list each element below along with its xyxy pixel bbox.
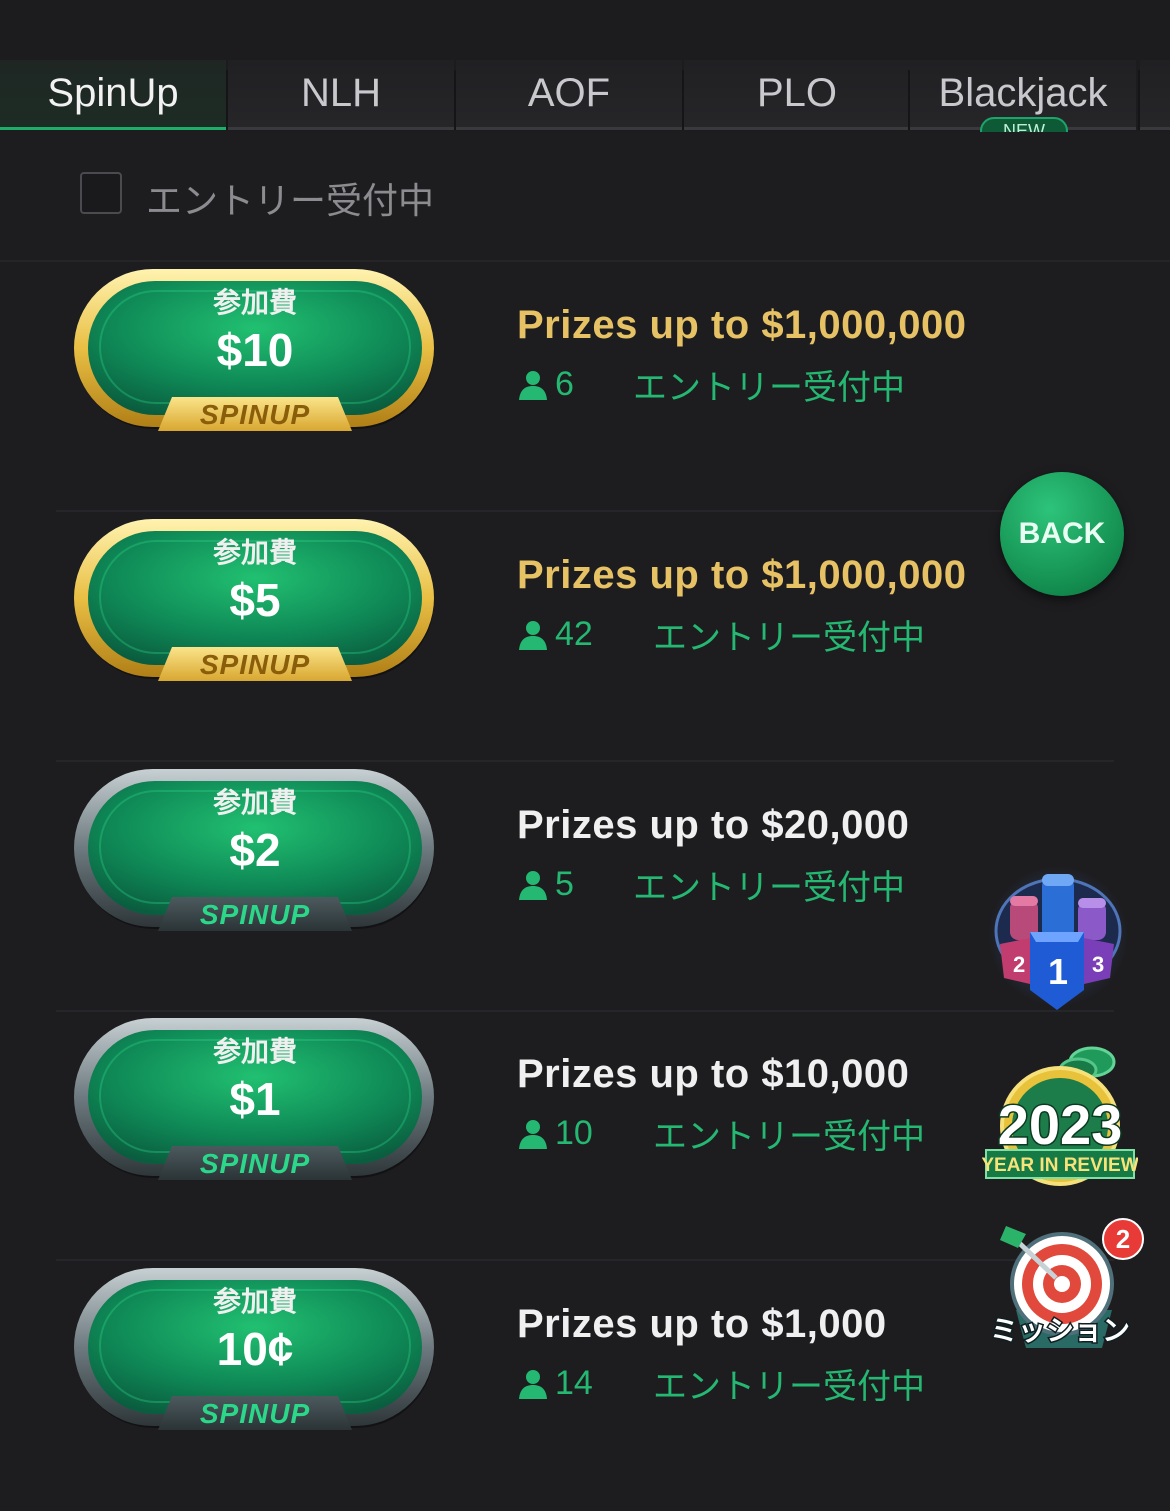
- tab-aof[interactable]: AOF: [456, 60, 682, 130]
- tab-label: Blackjack: [938, 71, 1108, 115]
- prize-text: Prizes up to $1,000: [517, 1302, 887, 1346]
- tab-plo[interactable]: PLO: [684, 60, 910, 130]
- filter-row: エントリー受付中: [0, 132, 1170, 262]
- entry-fee-table-button[interactable]: 参加費 $10 SPINUP: [72, 267, 438, 437]
- entry-fee-amount: 10¢: [216, 1323, 294, 1375]
- player-icon: [519, 620, 547, 650]
- player-icon: [519, 370, 547, 400]
- player-icon: [519, 1369, 547, 1399]
- entry-status: エントリー受付中: [633, 869, 905, 907]
- spinup-plate-label: SPINUP: [199, 899, 311, 930]
- player-count: 42: [555, 615, 593, 653]
- entry-fee-table-button[interactable]: 参加費 $1 SPINUP: [72, 1016, 438, 1186]
- entry-status: エントリー受付中: [653, 1118, 925, 1156]
- tab-label: NLH: [300, 71, 382, 115]
- spinup-plate-label: SPINUP: [199, 1148, 311, 1179]
- mission-label: ミッション: [990, 1314, 1130, 1347]
- year-in-review-icon[interactable]: 2023 YEAR IN REVIEW: [981, 1040, 1139, 1190]
- tab-label: AOF: [527, 71, 611, 115]
- player-count: 5: [555, 865, 574, 903]
- target-dart-icon[interactable]: ミッション 2: [986, 1218, 1146, 1358]
- entry-fee-label: 参加費: [212, 1286, 297, 1317]
- back-button[interactable]: BACK: [1000, 472, 1124, 596]
- entry-status: エントリー受付中: [633, 369, 905, 407]
- prize-text: Prizes up to $1,000,000: [517, 553, 967, 597]
- entry-fee-amount: $2: [229, 824, 281, 876]
- entry-status: エントリー受付中: [653, 1368, 925, 1406]
- mission-count-badge: 2: [1102, 1218, 1144, 1260]
- player-count: 14: [555, 1364, 593, 1402]
- entry-fee-label: 参加費: [212, 287, 297, 318]
- year-in-review-caption: YEAR IN REVIEW: [982, 1155, 1138, 1176]
- entry-meta: 5 エントリー受付中: [517, 865, 905, 907]
- podium-rank-2: 2: [1013, 952, 1025, 977]
- prize-text: Prizes up to $20,000: [517, 803, 910, 847]
- prize-text: Prizes up to $10,000: [517, 1052, 910, 1096]
- entry-fee-amount: $5: [229, 574, 281, 626]
- tournament-row[interactable]: 参加費 $5 SPINUP Prizes up to $1,000,000 42…: [0, 512, 1170, 762]
- entry-fee-table-button[interactable]: 参加費 $5 SPINUP: [72, 517, 438, 687]
- tab-overflow[interactable]: [1140, 60, 1170, 130]
- entry-meta: 6 エントリー受付中: [517, 365, 905, 407]
- player-count: 6: [555, 365, 574, 403]
- player-icon: [519, 1119, 547, 1149]
- entry-fee-amount: $10: [216, 324, 294, 376]
- podium-rank-3: 3: [1092, 952, 1104, 977]
- tab-nlh[interactable]: NLH: [228, 60, 454, 130]
- podium-rank-1: 1: [1048, 951, 1068, 992]
- entry-meta: 42 エントリー受付中: [517, 615, 925, 657]
- tab-label: SpinUp: [47, 71, 179, 115]
- entry-fee-amount: $1: [229, 1073, 281, 1125]
- podium-chips-graphic: 2 1 3: [988, 866, 1128, 1010]
- game-tab-bar: SpinUp NLH AOF PLO Blackjack: [0, 0, 1170, 132]
- entry-fee-label: 参加費: [212, 1036, 297, 1067]
- entry-fee-table-button[interactable]: 参加費 $2 SPINUP: [72, 767, 438, 937]
- year-text: 2023: [998, 1093, 1123, 1156]
- tab-spinup[interactable]: SpinUp: [0, 60, 226, 130]
- spinup-plate-label: SPINUP: [199, 399, 311, 430]
- entry-meta: 10 エントリー受付中: [517, 1114, 925, 1156]
- entry-fee-label: 参加費: [212, 787, 297, 818]
- tournament-row[interactable]: 参加費 $10 SPINUP Prizes up to $1,000,000 6…: [0, 262, 1170, 512]
- year-in-review-graphic: 2023 YEAR IN REVIEW: [981, 1046, 1139, 1186]
- player-icon: [519, 870, 547, 900]
- prize-text: Prizes up to $1,000,000: [517, 303, 967, 347]
- entry-fee-label: 参加費: [212, 537, 297, 568]
- open-entry-checkbox[interactable]: [80, 172, 122, 214]
- tab-label: PLO: [756, 71, 838, 115]
- podium-chips-icon[interactable]: 2 1 3: [986, 866, 1130, 1016]
- open-entry-filter-label: エントリー受付中: [146, 180, 435, 221]
- entry-meta: 14 エントリー受付中: [517, 1364, 925, 1406]
- player-count: 10: [555, 1114, 593, 1152]
- spinup-plate-label: SPINUP: [199, 649, 311, 680]
- spinup-plate-label: SPINUP: [199, 1398, 311, 1429]
- entry-status: エントリー受付中: [653, 619, 925, 657]
- entry-fee-table-button[interactable]: 参加費 10¢ SPINUP: [72, 1266, 438, 1436]
